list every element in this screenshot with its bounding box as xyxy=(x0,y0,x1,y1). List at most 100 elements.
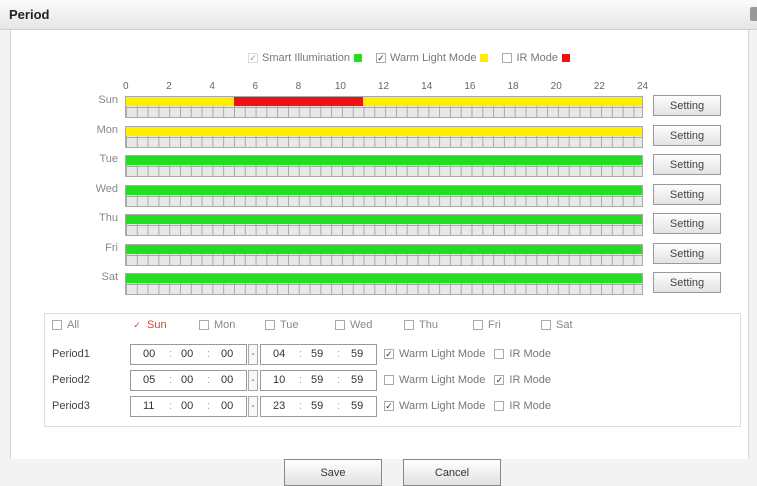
setting-button-thu[interactable]: Setting xyxy=(653,213,721,234)
period-start-time[interactable]: 00 00 00:: xyxy=(130,344,247,365)
smart-illumination-checkbox[interactable]: ✓ xyxy=(248,53,258,63)
setting-button-fri[interactable]: Setting xyxy=(653,242,721,264)
hour-tick-label: 16 xyxy=(464,81,476,92)
time-field[interactable]: 00 xyxy=(143,348,155,360)
day-select-label: Wed xyxy=(350,319,373,331)
time-field[interactable]: 00 xyxy=(181,400,193,412)
close-icon[interactable] xyxy=(750,7,757,21)
time-field[interactable]: 59 xyxy=(351,374,363,386)
time-field[interactable]: 10 xyxy=(273,374,285,386)
ir-mode-checkbox[interactable]: ✓ xyxy=(494,375,505,385)
time-colon: : xyxy=(169,374,173,386)
time-range-dash: - xyxy=(248,370,258,391)
period-dialog: Period ✓ Smart Illumination ✓ Warm Light… xyxy=(0,0,757,486)
day-timeline-sun[interactable] xyxy=(125,96,643,118)
dialog-title: Period xyxy=(9,7,50,22)
day-timeline-sat[interactable] xyxy=(125,273,643,295)
day-timeline-fri[interactable] xyxy=(125,243,643,266)
day-label: Thu xyxy=(99,212,118,224)
ir-mode-label: IR Mode xyxy=(516,52,559,64)
day-select-tue[interactable]: ✓ Tue xyxy=(265,319,299,331)
hour-tick-label: 6 xyxy=(252,81,259,92)
warm-light-checkbox[interactable]: ✓ xyxy=(384,401,394,411)
checkbox[interactable]: ✓ xyxy=(52,320,62,330)
day-select-all[interactable]: ✓ All xyxy=(52,319,79,331)
day-select-label: Tue xyxy=(280,319,299,331)
cancel-button[interactable]: Cancel xyxy=(403,459,501,486)
warm-light-label: Warm Light Mode xyxy=(399,374,486,386)
schedule-segment xyxy=(126,185,642,195)
ir-mode-checkbox[interactable]: ✓ xyxy=(494,401,505,411)
schedule-segment xyxy=(126,274,642,283)
day-select-sun[interactable]: ✓ Sun xyxy=(132,319,167,331)
setting-button-tue[interactable]: Setting xyxy=(653,154,721,175)
time-field[interactable]: 00 xyxy=(221,348,233,360)
time-field[interactable]: 59 xyxy=(311,374,323,386)
time-field[interactable]: 00 xyxy=(221,374,233,386)
hour-tick-label: 14 xyxy=(421,81,433,92)
ir-mode-label: IR Mode xyxy=(509,348,551,360)
setting-button-sun[interactable]: Setting xyxy=(653,95,721,116)
ir-mode-label: IR Mode xyxy=(509,400,551,412)
day-timeline-mon[interactable] xyxy=(125,125,643,148)
time-field[interactable]: 04 xyxy=(273,348,285,360)
time-field[interactable]: 00 xyxy=(181,374,193,386)
setting-button-mon[interactable]: Setting xyxy=(653,124,721,146)
checkbox[interactable]: ✓ xyxy=(132,320,142,330)
ir-mode-label: IR Mode xyxy=(509,374,551,386)
time-field[interactable]: 59 xyxy=(351,400,363,412)
time-colon: : xyxy=(207,348,211,360)
time-colon: : xyxy=(337,400,341,412)
checkbox[interactable]: ✓ xyxy=(473,320,483,330)
time-field[interactable]: 59 xyxy=(311,400,323,412)
checkbox[interactable]: ✓ xyxy=(541,320,551,330)
mode-legend: ✓ Smart Illumination ✓ Warm Light Mode ✓… xyxy=(248,52,580,64)
time-field[interactable]: 11 xyxy=(143,400,154,412)
day-timeline-thu[interactable] xyxy=(125,214,643,236)
warm-light-checkbox[interactable]: ✓ xyxy=(384,349,394,359)
hour-tick-label: 20 xyxy=(550,81,562,92)
day-select-sat[interactable]: ✓ Sat xyxy=(541,319,573,331)
schedule-segment xyxy=(362,97,642,106)
time-colon: : xyxy=(207,374,211,386)
period-end-time[interactable]: 10 59 59:: xyxy=(260,370,377,391)
checkbox[interactable]: ✓ xyxy=(404,320,414,330)
setting-button-wed[interactable]: Setting xyxy=(653,183,721,205)
day-select-thu[interactable]: ✓ Thu xyxy=(404,319,438,331)
schedule-segment xyxy=(126,156,642,165)
time-field[interactable]: 23 xyxy=(273,400,285,412)
checkbox[interactable]: ✓ xyxy=(335,320,345,330)
time-colon: : xyxy=(207,400,211,412)
save-button[interactable]: Save xyxy=(284,459,382,486)
time-field[interactable]: 00 xyxy=(181,348,193,360)
period-end-time[interactable]: 23 59 59:: xyxy=(260,396,377,417)
smart-illumination-label: Smart Illumination xyxy=(262,52,351,64)
time-field[interactable]: 00 xyxy=(221,400,233,412)
schedule-segment xyxy=(126,244,642,254)
time-field[interactable]: 05 xyxy=(143,374,155,386)
checkbox[interactable]: ✓ xyxy=(199,320,209,330)
day-select-label: Thu xyxy=(419,319,438,331)
warm-light-checkbox[interactable]: ✓ xyxy=(376,53,387,63)
period-mode-options: ✓ Warm Light Mode ✓ IR Mode xyxy=(384,374,551,386)
checkbox[interactable]: ✓ xyxy=(265,320,275,330)
period-start-time[interactable]: 11 00 00:: xyxy=(130,396,247,417)
day-timeline-tue[interactable] xyxy=(125,155,643,177)
hour-tick-label: 24 xyxy=(637,81,649,92)
ir-mode-checkbox[interactable]: ✓ xyxy=(494,349,505,359)
day-select-label: Sat xyxy=(556,319,573,331)
period-end-time[interactable]: 04 59 59:: xyxy=(260,344,377,365)
time-field[interactable]: 59 xyxy=(311,348,323,360)
day-timeline-wed[interactable] xyxy=(125,184,643,207)
day-select-mon[interactable]: ✓ Mon xyxy=(199,319,235,331)
period-start-time[interactable]: 05 00 00:: xyxy=(130,370,247,391)
day-label: Sat xyxy=(101,271,118,283)
day-select-fri[interactable]: ✓ Fri xyxy=(473,319,501,331)
ir-mode-checkbox[interactable]: ✓ xyxy=(502,53,513,63)
day-select-wed[interactable]: ✓ Wed xyxy=(335,319,372,331)
time-colon: : xyxy=(299,400,303,412)
setting-button-sat[interactable]: Setting xyxy=(653,272,721,293)
day-label: Wed xyxy=(95,182,118,195)
time-field[interactable]: 59 xyxy=(351,348,363,360)
warm-light-checkbox[interactable]: ✓ xyxy=(384,375,394,385)
